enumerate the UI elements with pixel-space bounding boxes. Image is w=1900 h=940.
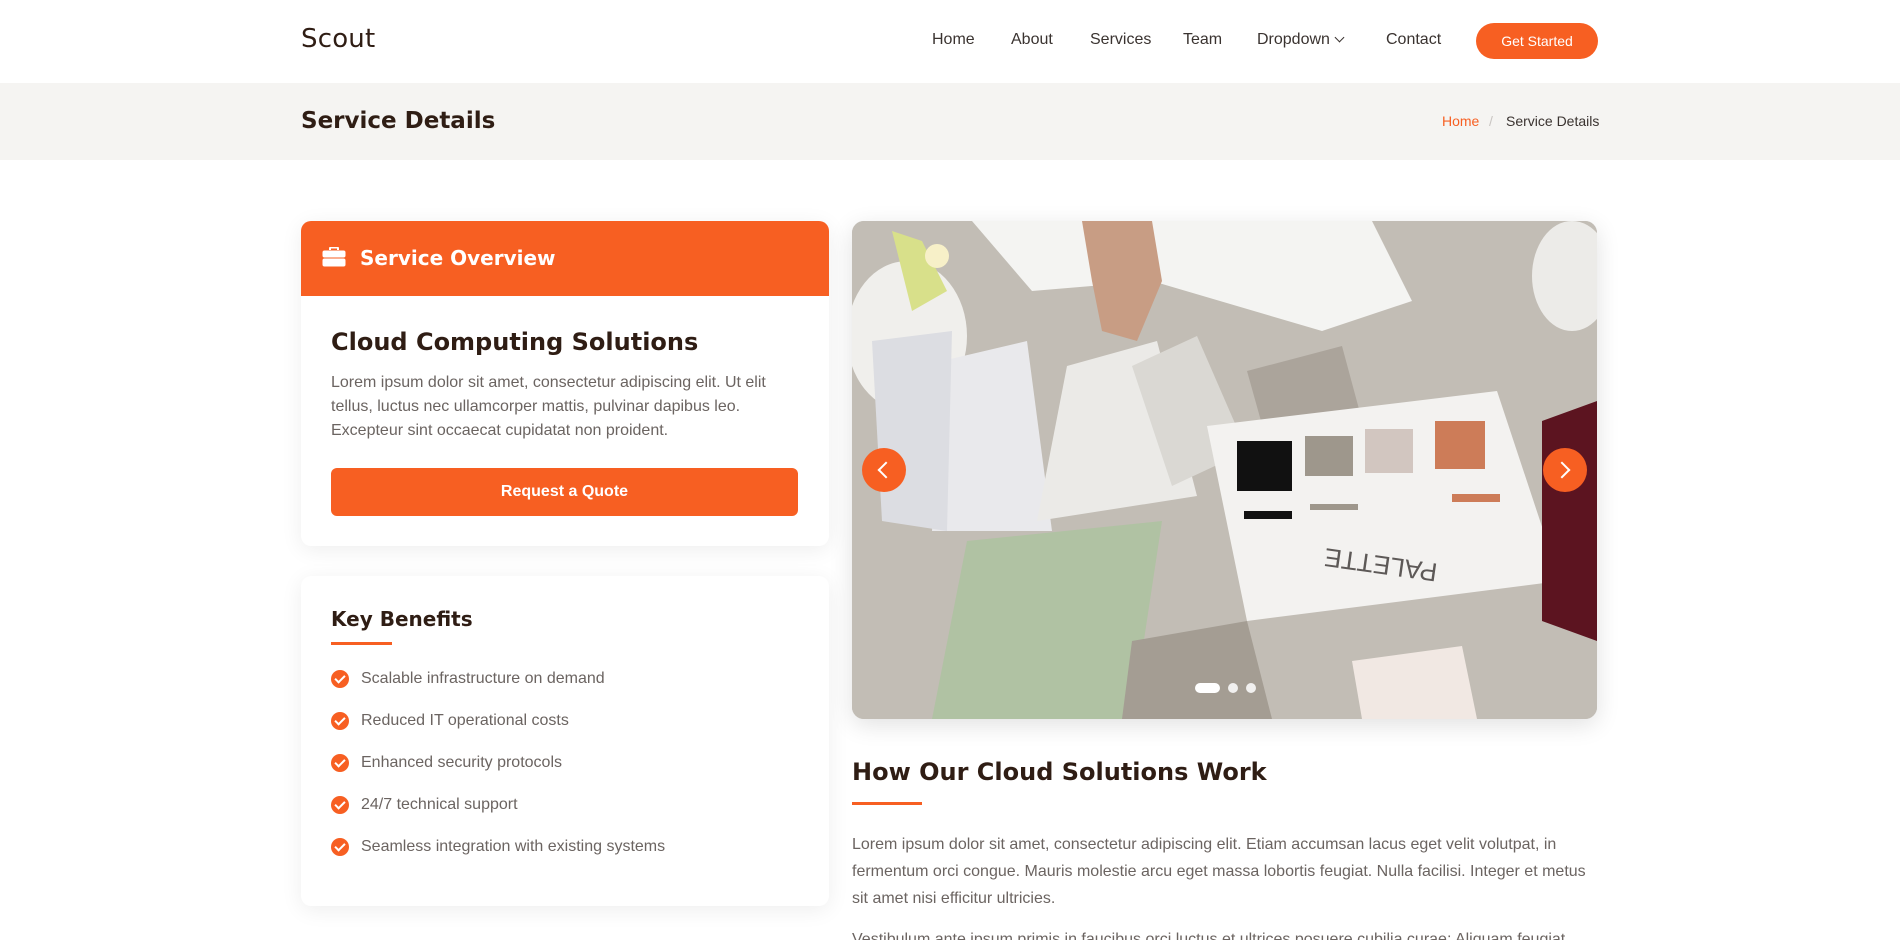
carousel-next-button[interactable] [1543,448,1587,492]
carousel-dot-2[interactable] [1228,683,1238,693]
article-title: How Our Cloud Solutions Work [852,758,1267,786]
carousel-pagination [1195,682,1264,694]
breadcrumb-separator: / [1489,113,1493,129]
get-started-button[interactable]: Get Started [1476,23,1598,59]
article-paragraph: Lorem ipsum dolor sit amet, consectetur … [852,836,1586,907]
benefit-item: Reduced IT operational costs [331,710,569,732]
carousel-dot-1[interactable] [1195,683,1220,693]
benefit-text: 24/7 technical support [361,796,518,813]
breadcrumb-current: Service Details [1506,113,1600,129]
nav-item-home[interactable]: Home [932,31,975,49]
benefit-text: Seamless integration with existing syste… [361,838,666,855]
carousel-image: PALETTE [852,221,1597,719]
title-underline [852,802,922,805]
nav-item-dropdown-label: Dropdown [1257,31,1330,48]
breadcrumb-home-link[interactable]: Home [1442,113,1479,129]
service-name: Cloud Computing Solutions [331,328,699,356]
service-overview-card: Service Overview Cloud Computing Solutio… [301,221,829,546]
service-overview-header: Service Overview [301,221,829,296]
nav-item-services[interactable]: Services [1090,31,1151,49]
check-circle-icon [331,838,349,856]
nav-item-contact[interactable]: Contact [1386,31,1441,49]
benefit-text: Scalable infrastructure on demand [361,670,605,687]
check-circle-icon [331,670,349,688]
chevron-right-icon [1553,461,1571,479]
carousel-dot-3[interactable] [1246,683,1256,693]
main-nav: Home About Services Team Dropdown Contac… [0,0,1900,83]
chevron-down-icon [1334,32,1345,43]
image-carousel[interactable]: PALETTE [852,221,1597,719]
title-underline [331,642,392,645]
article-paragraph: Vestibulum ante ipsum primis in faucibus… [852,931,1566,940]
key-benefits-title: Key Benefits [331,607,473,631]
service-overview-title: Service Overview [360,246,556,270]
page-title-bar: Service Details Home / Service Details [0,83,1900,160]
benefit-item: 24/7 technical support [331,794,518,816]
nav-item-team[interactable]: Team [1183,31,1222,49]
carousel-prev-button[interactable] [862,448,906,492]
briefcase-icon [322,247,346,267]
check-circle-icon [331,712,349,730]
site-header: Scout Home About Services Team Dropdown … [0,0,1900,83]
nav-item-dropdown[interactable]: Dropdown [1257,31,1345,49]
check-circle-icon [331,796,349,814]
request-quote-button[interactable]: Request a Quote [331,468,798,516]
benefit-item: Enhanced security protocols [331,752,562,774]
page-title: Service Details [301,108,496,134]
benefit-item: Seamless integration with existing syste… [331,836,665,858]
chevron-left-icon [877,461,895,479]
check-circle-icon [331,754,349,772]
key-benefits-card: Key Benefits Scalable infrastructure on … [301,576,829,906]
benefit-item: Scalable infrastructure on demand [331,668,605,690]
benefit-text: Enhanced security protocols [361,754,562,771]
service-description: Lorem ipsum dolor sit amet, consectetur … [331,374,766,439]
nav-item-about[interactable]: About [1011,31,1053,49]
benefit-text: Reduced IT operational costs [361,712,569,729]
